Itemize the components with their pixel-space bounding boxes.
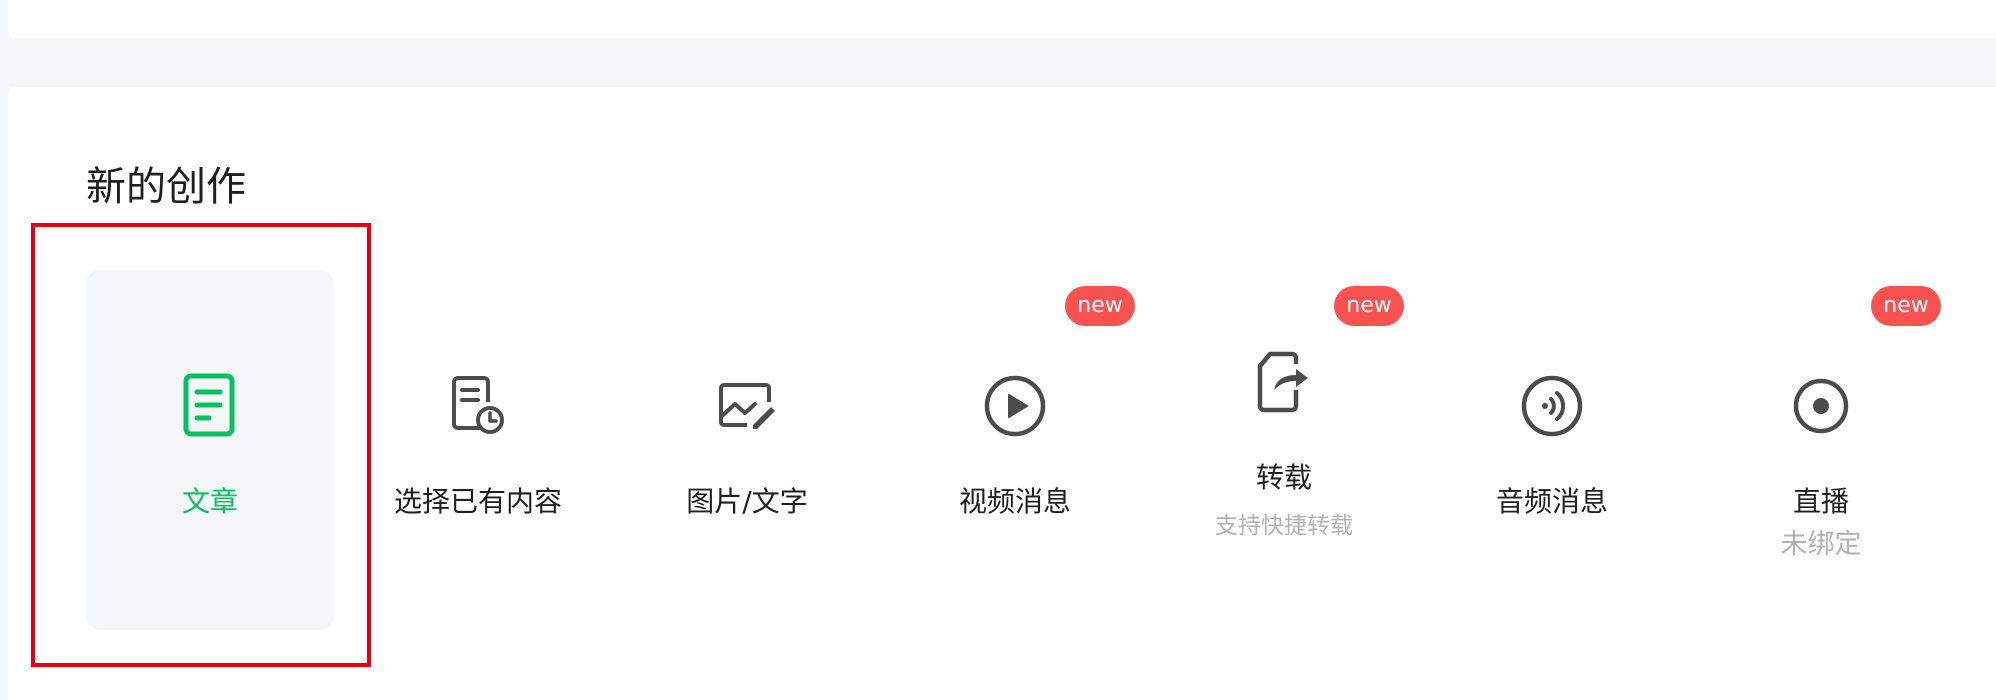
- audio-circle-icon: [1516, 370, 1588, 442]
- repost-sublabel: 支持快捷转载: [1215, 513, 1353, 539]
- repost-label: 转载: [1255, 461, 1312, 494]
- new-badge: new: [1334, 286, 1404, 326]
- play-circle-icon: [979, 370, 1051, 442]
- top-card: [8, 0, 1996, 38]
- repost-button[interactable]: new 转载 支持快捷转载: [1160, 270, 1408, 630]
- create-article-label: 文章: [181, 485, 238, 518]
- record-circle-icon: [1785, 370, 1857, 442]
- document-icon: [174, 370, 246, 442]
- select-existing-content-label: 选择已有内容: [393, 485, 562, 518]
- section-title: 新的创作: [86, 164, 246, 210]
- create-audio-message-button[interactable]: 音频消息: [1428, 270, 1676, 630]
- new-badge: new: [1871, 286, 1941, 326]
- image-edit-icon: [711, 370, 783, 442]
- create-image-text-label: 图片/文字: [686, 485, 808, 518]
- document-clock-icon: [442, 370, 514, 442]
- create-image-text-button[interactable]: 图片/文字: [623, 270, 871, 630]
- create-article-button[interactable]: 文章: [86, 270, 334, 630]
- share-document-icon: [1248, 346, 1320, 418]
- create-video-message-label: 视频消息: [958, 485, 1071, 518]
- create-audio-message-label: 音频消息: [1495, 485, 1608, 518]
- create-video-message-button[interactable]: new 视频消息: [891, 270, 1139, 630]
- live-stream-label: 直播: [1792, 485, 1849, 518]
- select-existing-content-button[interactable]: 选择已有内容: [354, 270, 602, 630]
- new-badge: new: [1065, 286, 1135, 326]
- live-stream-button[interactable]: new 直播 未绑定: [1697, 270, 1945, 630]
- live-stream-status: 未绑定: [1780, 529, 1862, 560]
